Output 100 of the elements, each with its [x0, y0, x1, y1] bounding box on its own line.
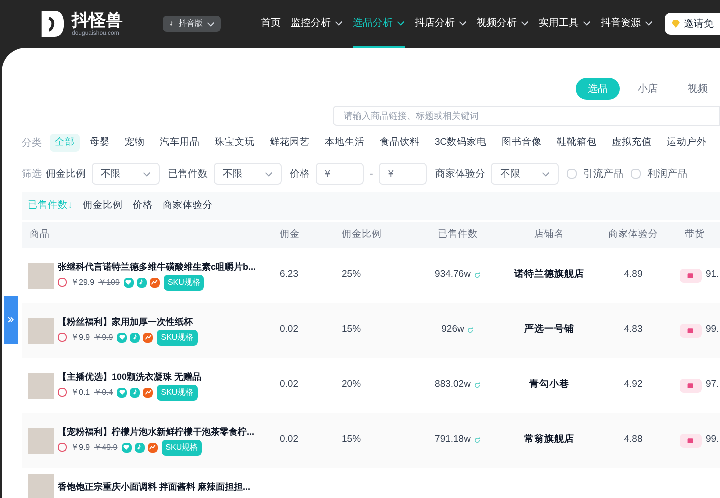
table-cell-text: 4.83 [623, 323, 644, 338]
trend-icon [148, 442, 158, 452]
category-tab[interactable]: 虚拟充值 [607, 134, 658, 152]
price: ￥29.9 [71, 276, 95, 288]
nav-item[interactable]: 监控分析 [291, 0, 343, 48]
video-icon [680, 268, 702, 282]
price: ￥0.1 [71, 386, 90, 398]
trend-icon [143, 332, 154, 342]
product-image-placeholder [28, 372, 54, 398]
logo-icon [40, 9, 66, 39]
category-tab[interactable]: 图书音像 [497, 134, 548, 152]
column-header: 带货 [684, 228, 706, 242]
logo-text: 抖怪兽 [72, 12, 123, 28]
category-tab[interactable]: 运动户外 [662, 134, 712, 152]
table-cell-text: 15% [342, 323, 362, 338]
caret-icon [335, 20, 343, 26]
product-image-placeholder [28, 474, 54, 498]
store-badge-icon [58, 443, 67, 452]
invite-button[interactable]: 邀请免 [665, 13, 720, 35]
category-tab[interactable]: 3C数码家电 [430, 134, 492, 152]
mode-tab[interactable]: 视频 [676, 78, 720, 100]
table-cell-text: 20% [342, 378, 362, 392]
select-field[interactable]: 不限 [92, 163, 160, 185]
table-cell-text: 15% [342, 433, 362, 448]
filter-label: 价格 [290, 168, 310, 182]
table-cell-text: 4.88 [623, 433, 644, 448]
expand-sidebar-button[interactable] [4, 296, 18, 344]
version-dropdown[interactable]: 抖音版 [163, 16, 221, 32]
column-header: 佣金 [280, 228, 301, 242]
select-field[interactable]: 不限 [214, 163, 282, 185]
filter-label: 利润产品 [647, 168, 688, 182]
original-price: ￥9.9 [94, 332, 114, 344]
store-badge-icon [58, 278, 67, 287]
category-tab[interactable]: 汽车用品 [155, 134, 205, 152]
category-tab[interactable]: 鲜花园艺 [265, 134, 315, 152]
store-badge-icon [58, 333, 67, 342]
table-cell-text: 791.18w [435, 433, 471, 448]
product-title: 张继科代言诺特兰德多维牛磺酸维生素c咀嚼片b... [58, 260, 256, 272]
store-badge-icon [58, 388, 67, 397]
caret-icon [143, 172, 151, 176]
table-cell-text: 883.02w [435, 378, 471, 392]
sort-option[interactable]: 价格 [132, 198, 153, 214]
refresh-icon [474, 382, 481, 389]
refresh-icon [467, 327, 474, 334]
table-cell-text: 91. [706, 268, 720, 282]
filter-section-label: 筛选 [22, 168, 42, 182]
video-icon [680, 378, 702, 392]
price: ￥9.9 [71, 332, 90, 344]
table-cell-text: 99. [706, 323, 720, 338]
mode-tab[interactable]: 小店 [626, 78, 670, 100]
filter-label: 商家体验分 [435, 168, 486, 182]
nav-item[interactable]: 视频分析 [477, 0, 529, 48]
category-tab[interactable]: 珠宝文玩 [210, 134, 260, 152]
sort-option[interactable]: 商家体验分 [162, 198, 213, 214]
category-tab[interactable]: 本地生活 [320, 134, 370, 152]
nav-item[interactable]: 首页 [261, 0, 281, 48]
heart-icon [122, 442, 132, 452]
category-tab[interactable]: 食品饮料 [375, 134, 425, 152]
table-cell-text: 青勾小巷 [528, 378, 570, 392]
select-field[interactable]: 不限 [491, 163, 560, 185]
price-max-field[interactable]: ¥ [379, 163, 428, 185]
heart-icon [124, 278, 134, 288]
music-note-icon [169, 21, 175, 27]
table-cell-text: 诺特兰德旗舰店 [513, 268, 586, 282]
nav-item[interactable]: 抖音资源 [601, 0, 653, 48]
table-cell-text: 0.02 [280, 378, 300, 392]
table-cell-text: 926w [442, 323, 464, 338]
sort-option[interactable]: 佣金比例 [82, 198, 123, 214]
category-tab[interactable]: 宠物 [120, 134, 150, 152]
refresh-icon [474, 272, 481, 279]
product-image-placeholder [28, 428, 54, 454]
search-field[interactable]: 请输入商品链接、标题或相关键词 [333, 106, 720, 126]
column-header: 商品 [29, 228, 51, 242]
product-title: 【粉丝福利】家用加厚一次性纸杯 [58, 316, 194, 328]
heart-icon [117, 388, 128, 398]
checkbox[interactable] [631, 169, 642, 179]
product-title: 【主播优选】100颗洗衣凝珠 无赠品 [58, 370, 202, 382]
original-price: ￥109 [98, 276, 120, 288]
checkbox[interactable] [567, 169, 578, 179]
filter-label: 引流产品 [583, 168, 624, 182]
filter-label: 佣金比例 [46, 168, 86, 182]
trend-icon [150, 278, 160, 288]
price-min-field[interactable]: ¥ [316, 163, 364, 185]
original-price: ￥49.9 [94, 442, 118, 454]
music-note-icon [136, 278, 147, 288]
table-cell-text: 6.23 [280, 268, 300, 282]
nav-item[interactable]: 抖店分析 [415, 0, 467, 48]
category-tab[interactable]: 母婴 [85, 134, 115, 152]
table-cell-text: 严选一号铺 [524, 323, 576, 338]
double-chevron-icon [7, 316, 15, 324]
column-header: 商家体验分 [608, 228, 660, 242]
trend-icon [143, 388, 154, 398]
filter-label: 已售件数 [168, 168, 208, 182]
table-cell-text: 4.92 [623, 378, 644, 392]
caret-icon [521, 20, 529, 26]
nav-item[interactable]: 实用工具 [539, 0, 591, 48]
caret-icon [542, 172, 550, 176]
category-tab[interactable]: 鞋靴箱包 [552, 134, 602, 152]
music-note-icon [134, 442, 145, 452]
product-image-placeholder [28, 318, 54, 344]
